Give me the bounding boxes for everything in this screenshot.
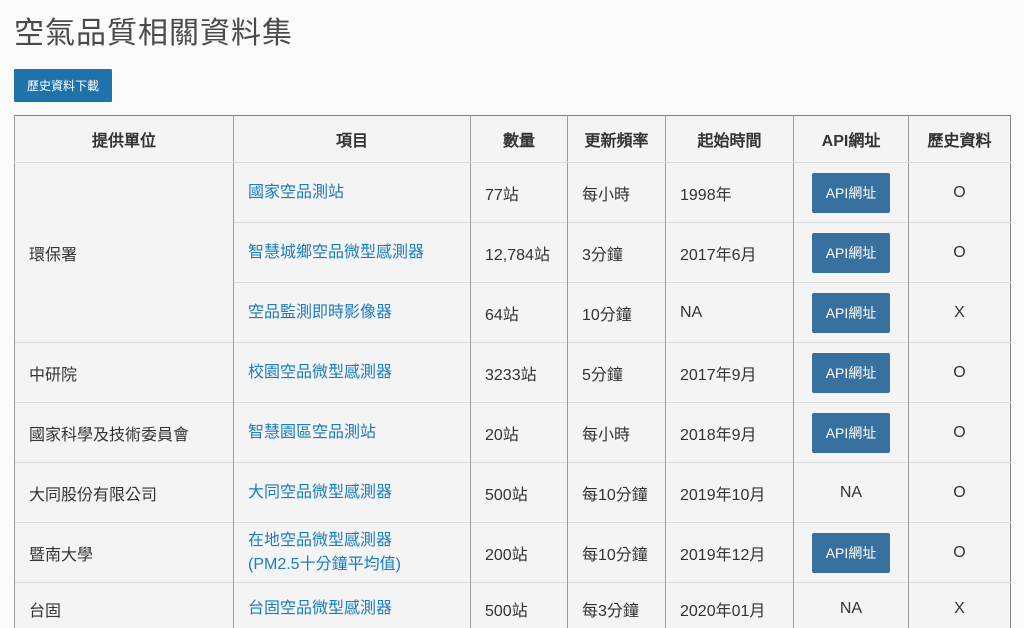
item-link[interactable]: 在地空品微型感測器 (PM2.5十分鐘平均值) [248,532,401,572]
api-url-na: NA [839,599,863,617]
frequency-cell: 3分鐘 [567,222,666,283]
frequency-cell: 每小時 [567,162,666,223]
page-title: 空氣品質相關資料集 [14,17,293,50]
provider-cell: 中研院 [14,342,234,403]
api-url-button[interactable]: API網址 [811,352,891,393]
item-link[interactable]: 校園空品微型感測器 [248,364,392,381]
api-url-button[interactable]: API網址 [811,292,891,333]
api-url-cell: API網址 [793,342,909,403]
provider-cell: 國家科學及技術委員會 [14,402,234,463]
api-url-button[interactable]: API網址 [811,412,891,453]
start-time-cell: 2017年9月 [665,342,794,403]
provider-cell: 台固 [14,582,234,628]
api-url-cell: API網址 [793,522,909,583]
frequency-cell: 每小時 [567,402,666,463]
history-mark: X [954,303,965,321]
history-mark: O [953,363,966,381]
api-url-cell: API網址 [793,282,909,343]
api-url-button[interactable]: API網址 [811,232,891,273]
count-cell: 500站 [470,462,568,523]
api-url-cell: API網址 [793,162,909,223]
history-mark: X [954,599,965,617]
provider-cell: 暨南大學 [14,522,234,583]
start-time-cell: 1998年 [665,162,794,223]
item-cell: 大同空品微型感測器 [233,462,471,523]
history-download-button[interactable]: 歷史資料下載 [14,69,113,102]
count-cell: 3233站 [470,342,568,403]
table-row: 中研院 校園空品微型感測器 3233站 5分鐘 2017年9月 API網址 O [14,342,1011,403]
start-time-cell: 2018年9月 [665,402,794,463]
history-mark: O [953,423,966,441]
history-cell: O [908,522,1011,583]
item-cell: 國家空品測站 [233,162,471,223]
frequency-cell: 每10分鐘 [567,462,666,523]
api-url-cell: API網址 [793,222,909,283]
provider-cell: 環保署 [14,162,234,343]
history-mark: O [953,183,966,201]
history-mark: O [953,243,966,261]
column-header: 提供單位 [14,115,234,163]
history-cell: O [908,402,1011,463]
table-header-row: 提供單位 項目 數量 更新頻率 起始時間 API網址 歷史資料 [14,115,1011,163]
column-header: 歷史資料 [908,115,1011,163]
start-time-cell: 2020年01月 [665,582,794,628]
item-link[interactable]: 國家空品測站 [248,184,344,201]
table-row: 台固 台固空品微型感測器 500站 每3分鐘 2020年01月 NA X [14,582,1011,628]
start-time-cell: NA [665,282,794,343]
start-time-cell: 2019年10月 [665,462,794,523]
count-cell: 77站 [470,162,568,223]
count-cell: 20站 [470,402,568,463]
table-row: 大同股份有限公司 大同空品微型感測器 500站 每10分鐘 2019年10月 NA O [14,462,1011,523]
api-url-cell: API網址 [793,402,909,463]
start-time-cell: 2019年12月 [665,522,794,583]
item-link[interactable]: 台固空品微型感測器 [248,600,392,617]
table-row: 暨南大學 在地空品微型感測器 (PM2.5十分鐘平均值) 200站 每10分鐘 2019… [14,522,1011,583]
api-url-cell: NA [793,582,909,628]
history-cell: O [908,462,1011,523]
frequency-cell: 10分鐘 [567,282,666,343]
api-url-button[interactable]: API網址 [811,532,891,573]
count-cell: 64站 [470,282,568,343]
count-cell: 500站 [470,582,568,628]
column-header: 項目 [233,115,471,163]
provider-cell: 大同股份有限公司 [14,462,234,523]
column-header: API網址 [793,115,909,163]
item-link[interactable]: 智慧園區空品測站 [248,424,376,441]
frequency-cell: 每3分鐘 [567,582,666,628]
history-cell: O [908,222,1011,283]
page: 空氣品質相關資料集 歷史資料下載 提供單位 項目 數量 更新頻率 起始時間 API網址 歷史… [0,0,1024,628]
column-header: 起始時間 [665,115,794,163]
start-time-cell: 2017年6月 [665,222,794,283]
frequency-cell: 5分鐘 [567,342,666,403]
api-url-na: NA [839,483,863,501]
table-row: 環保署 國家空品測站 77站 每小時 1998年 API網址 O [14,162,1011,343]
api-url-cell: NA [793,462,909,523]
item-link[interactable]: 大同空品微型感測器 [248,484,392,501]
table-body: 環保署 國家空品測站 77站 每小時 1998年 API網址 O 智慧城鄉空品微型感測器 12,… [14,162,1011,628]
history-cell: X [908,282,1011,343]
api-url-button[interactable]: API網址 [811,172,891,213]
table-row: 國家科學及技術委員會 智慧園區空品測站 20站 每小時 2018年9月 API網址 O [14,402,1011,463]
datasets-table: 提供單位 項目 數量 更新頻率 起始時間 API網址 歷史資料 環保署 國家空品測站 77站 每小… [14,115,1011,628]
item-cell: 智慧城鄉空品微型感測器 [233,222,471,283]
item-cell: 在地空品微型感測器 (PM2.5十分鐘平均值) [233,522,471,583]
history-mark: O [953,543,966,561]
count-cell: 200站 [470,522,568,583]
count-cell: 12,784站 [470,222,568,283]
column-header: 數量 [470,115,568,163]
frequency-cell: 每10分鐘 [567,522,666,583]
item-link[interactable]: 智慧城鄉空品微型感測器 [248,244,424,261]
item-cell: 空品監測即時影像器 [233,282,471,343]
item-cell: 智慧園區空品測站 [233,402,471,463]
column-header: 更新頻率 [567,115,666,163]
item-link[interactable]: 空品監測即時影像器 [248,304,392,321]
item-cell: 台固空品微型感測器 [233,582,471,628]
history-cell: O [908,162,1011,223]
item-cell: 校園空品微型感測器 [233,342,471,403]
history-cell: X [908,582,1011,628]
history-cell: O [908,342,1011,403]
history-mark: O [953,483,966,501]
